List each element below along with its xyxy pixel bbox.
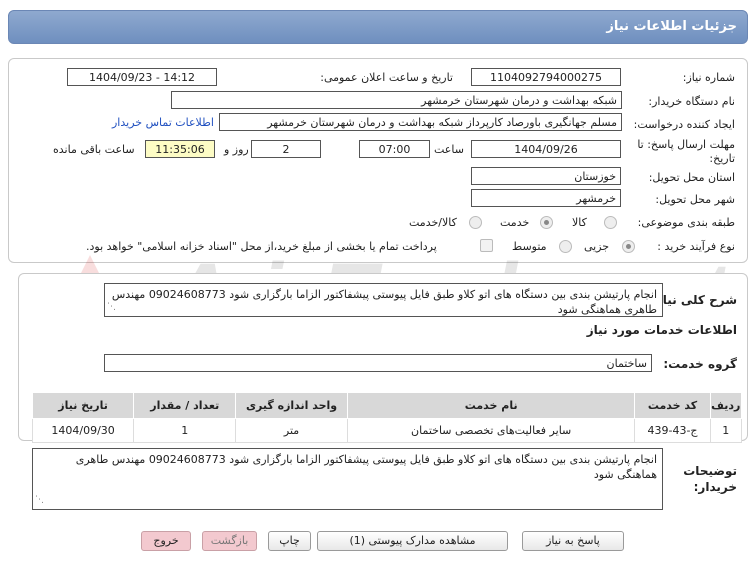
page-title: جزئیات اطلاعات نیاز bbox=[606, 19, 737, 34]
need-number-label: شماره نیاز: bbox=[682, 71, 735, 84]
deadline-date-field: 1404/09/26 bbox=[471, 140, 621, 158]
exit-button[interactable]: خروج bbox=[141, 531, 191, 551]
province-field: خوزستان bbox=[471, 167, 621, 185]
service-group-field: ساختمان bbox=[104, 354, 652, 372]
column-header-service-code: کد خدمت bbox=[634, 392, 711, 419]
column-header-unit: واحد اندازه گیری bbox=[235, 392, 348, 419]
requester-label: ایجاد کننده درخواست: bbox=[633, 118, 735, 131]
province-label: استان محل تحویل: bbox=[648, 171, 735, 184]
column-header-quantity: تعداد / مقدار bbox=[133, 392, 237, 419]
purchase-small-radio[interactable] bbox=[622, 240, 635, 253]
category-service-label: خدمت bbox=[500, 216, 530, 229]
reply-button[interactable]: پاسخ به نیاز bbox=[522, 531, 624, 551]
deadline-days-label: روز و bbox=[224, 143, 249, 156]
need-number-field: 1104092794000275 bbox=[471, 68, 621, 86]
remaining-time-field: 11:35:06 bbox=[145, 140, 215, 158]
buyer-contact-link[interactable]: اطلاعات تماس خریدار bbox=[112, 116, 214, 129]
category-goods-service-radio[interactable] bbox=[469, 216, 482, 229]
cell-service-name: سایر فعالیت‌های تخصصی ساختمان bbox=[346, 418, 636, 443]
cell-service-code: ج-43-439 bbox=[634, 418, 711, 443]
page-title-bar: جزئیات اطلاعات نیاز bbox=[8, 10, 748, 44]
buyer-org-field: شبکه بهداشت و درمان شهرستان خرمشهر bbox=[171, 91, 622, 109]
summary-textarea[interactable]: انجام پارتیشن بندی بین دستگاه های اتو کل… bbox=[104, 283, 663, 317]
buyer-notes-label: توضیحات خریدار: bbox=[683, 464, 737, 494]
cell-need-date: 1404/09/30 bbox=[31, 418, 135, 443]
print-button[interactable]: چاپ bbox=[268, 531, 311, 551]
category-goods-service-label: کالا/خدمت bbox=[409, 216, 457, 229]
city-label: شهر محل تحویل: bbox=[655, 193, 735, 206]
category-service-radio[interactable] bbox=[540, 216, 553, 229]
column-header-row-number: ردیف bbox=[709, 392, 743, 419]
purchase-small-label: جزیی bbox=[584, 240, 610, 253]
resize-grip-icon: ⋰ bbox=[35, 495, 44, 505]
services-table: ردیف کد خدمت نام خدمت واحد اندازه گیری ت… bbox=[31, 392, 743, 443]
summary-label: شرح کلی نیاز: bbox=[651, 293, 737, 307]
table-header-row: ردیف کد خدمت نام خدمت واحد اندازه گیری ت… bbox=[31, 392, 743, 419]
table-row: 1 ج-43-439 سایر فعالیت‌های تخصصی ساختمان… bbox=[31, 418, 743, 443]
service-group-label: گروه خدمت: bbox=[663, 357, 737, 371]
resize-grip-icon: ⋰ bbox=[107, 302, 116, 312]
category-goods-label: کالا bbox=[572, 216, 587, 229]
treasury-bonds-checkbox[interactable] bbox=[480, 239, 493, 252]
view-attachments-button[interactable]: مشاهده مدارک پیوستی (1) bbox=[317, 531, 508, 551]
requester-field: مسلم جهانگیری باورصاد کارپرداز شبکه بهدا… bbox=[219, 113, 622, 131]
column-header-service-name: نام خدمت bbox=[346, 392, 636, 419]
purchase-medium-label: متوسط bbox=[512, 240, 547, 253]
city-field: خرمشهر bbox=[471, 189, 621, 207]
treasury-bonds-note: پرداخت تمام یا بخشی از مبلغ خرید،از محل … bbox=[86, 240, 437, 253]
deadline-days-field: 2 bbox=[251, 140, 321, 158]
purchase-type-label: نوع فرآیند خرید : bbox=[657, 240, 735, 253]
buyer-notes-textarea[interactable]: انجام پارتیشن بندی بین دستگاه های اتو کل… bbox=[32, 448, 663, 510]
cell-unit: متر bbox=[235, 418, 348, 443]
remaining-time-label: ساعت باقی مانده bbox=[53, 143, 135, 156]
deadline-label: مهلت ارسال پاسخ: تا تاریخ: bbox=[637, 138, 735, 165]
services-header: اطلاعات خدمات مورد نیاز bbox=[586, 323, 737, 337]
summary-text: انجام پارتیشن بندی بین دستگاه های اتو کل… bbox=[111, 288, 657, 316]
buyer-notes-text: انجام پارتیشن بندی بین دستگاه های اتو کل… bbox=[75, 453, 657, 481]
cell-row-number: 1 bbox=[709, 418, 743, 443]
cell-quantity: 1 bbox=[133, 418, 237, 443]
deadline-time-field: 07:00 bbox=[359, 140, 430, 158]
buyer-org-label: نام دستگاه خریدار: bbox=[648, 95, 735, 108]
purchase-medium-radio[interactable] bbox=[559, 240, 572, 253]
category-goods-radio[interactable] bbox=[604, 216, 617, 229]
announce-datetime-label: تاریخ و ساعت اعلان عمومی: bbox=[320, 71, 453, 84]
back-button[interactable]: بازگشت bbox=[202, 531, 257, 551]
column-header-need-date: تاریخ نیاز bbox=[31, 392, 135, 419]
announce-datetime-field: 1404/09/23 - 14:12 bbox=[67, 68, 217, 86]
category-label: طبقه بندی موضوعی: bbox=[637, 216, 735, 229]
deadline-time-label: ساعت bbox=[434, 143, 464, 156]
